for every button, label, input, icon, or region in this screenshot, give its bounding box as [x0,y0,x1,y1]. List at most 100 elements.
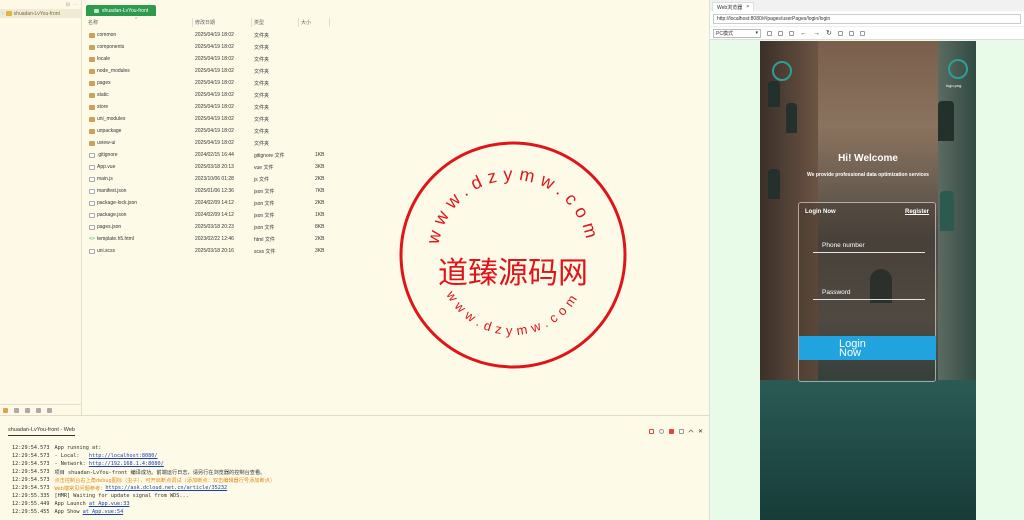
code-file-icon: <> [89,236,95,242]
file-name: uni_modules [97,116,126,122]
file-name: manifest.json [97,188,127,194]
responsive-icon[interactable] [789,30,794,36]
folder-icon [89,56,95,62]
folder-icon [89,32,95,38]
tab-web-browser[interactable]: Web浏览器 × [712,2,755,11]
file-type: 文件夹 [254,92,270,99]
lock-icon[interactable] [848,30,854,36]
folder-icon [89,80,95,86]
chevron-right-icon[interactable]: › [2,11,4,17]
file-size: 7KB [315,188,325,194]
column-divider[interactable] [251,18,252,27]
file-name: package.json [97,212,127,218]
tree-item-project[interactable]: › shuadan-LvYou-front [0,9,81,18]
table-row[interactable]: static 2025/04/19 18:02 文件夹 [82,89,709,101]
file-type: 文件夹 [254,80,270,87]
header-type[interactable]: 类型 [254,19,264,26]
table-row[interactable]: components 2025/04/19 18:02 文件夹 [82,41,709,53]
explorer-toolbar: ⊟ ⋯ [0,0,81,9]
close-icon[interactable]: × [746,4,749,10]
logo-right-label: logo.png [946,83,962,88]
file-type: json 文件 [254,212,275,219]
console-title[interactable]: shuadan-LvYou-front - Web [8,427,75,436]
bug-icon[interactable] [767,30,772,36]
table-row[interactable]: pages 2025/04/19 18:02 文件夹 [82,77,709,89]
home-icon[interactable] [14,407,19,413]
copy-icon[interactable] [678,429,684,434]
log-link[interactable]: http://localhost:8080/ [89,453,158,459]
file-name: store [97,104,109,110]
browser-tab-label: Web浏览器 [717,4,743,11]
welcome-subtitle: We provide professional data optimizatio… [807,172,929,178]
device-mode-select[interactable]: PC模式 ▾ [713,28,761,38]
file-date: 2025/04/19 18:02 [195,140,234,146]
open-external-icon[interactable] [837,30,843,36]
file-name: uview-ui [97,140,116,146]
clear-icon[interactable] [648,429,654,434]
refresh-icon[interactable]: ↻ [826,29,832,37]
tab-label: shuadan-LvYou-front [102,7,149,14]
log-link[interactable]: https://ask.dcloud.net.cn/article/35232 [105,485,227,491]
list-icon[interactable] [36,407,41,413]
file-date: 2025/04/19 18:02 [195,32,234,38]
file-date: 2025/04/19 18:02 [195,68,234,74]
screenshot-icon[interactable] [778,30,783,36]
file-date: 2023/10/06 01:28 [195,176,234,182]
table-row[interactable]: common 2025/04/19 18:02 文件夹 [82,29,709,41]
log-link[interactable]: at App.vue:33 [89,501,130,507]
log-time: 12:29:54.573 [12,485,50,491]
table-row[interactable]: locale 2025/04/19 18:02 文件夹 [82,53,709,65]
collapse-icon[interactable]: ⊟ [66,2,70,8]
file-type: 文件夹 [254,56,270,63]
file-type: json 文件 [254,200,275,207]
browser-toolbar: PC模式 ▾ ← → ↻ [710,27,1024,40]
qr-code-icon[interactable] [859,30,865,36]
grid-icon[interactable] [25,407,30,413]
close-icon[interactable]: ✕ [698,428,703,435]
table-row[interactable]: node_modules 2025/04/19 18:02 文件夹 [82,65,709,77]
sort-asc-icon: ^ [135,17,138,23]
stop-icon[interactable] [668,429,674,434]
url-input[interactable]: http://localhost:8080/#/pages/userPages/… [713,13,1021,24]
tree-item-label: shuadan-LvYou-front [13,10,60,17]
column-divider[interactable] [298,18,299,27]
header-date[interactable]: 修改日期 [195,19,215,26]
tab-project[interactable]: shuadan-LvYou-front [86,5,157,16]
background-canal [760,380,976,520]
header-name[interactable]: 名称 [88,19,98,26]
bug-icon[interactable] [658,429,664,434]
more-icon[interactable]: ⋯ [73,2,78,8]
file-icon [89,212,95,218]
chevron-up-icon[interactable] [688,428,694,435]
column-divider[interactable] [329,18,330,27]
console-line: 12:29:55.335 [HMR] Waiting for update sig… [0,492,709,500]
header-size[interactable]: 大小 [301,19,311,26]
table-row[interactable]: unpackage 2025/04/19 18:02 文件夹 [82,125,709,137]
password-input[interactable]: Password [813,286,925,300]
box-icon[interactable] [47,407,52,413]
forward-icon[interactable]: → [813,30,820,37]
column-divider[interactable] [192,18,193,27]
login-button[interactable]: Login Now [799,336,936,360]
phone-input[interactable]: Phone number [813,239,925,253]
table-row[interactable]: uni_modules 2025/04/19 18:02 文件夹 [82,113,709,125]
folder-icon[interactable] [3,407,8,413]
back-icon[interactable]: ← [800,30,807,37]
table-row[interactable]: store 2025/04/19 18:02 文件夹 [82,101,709,113]
file-size: 3KB [315,248,325,254]
stamp-title: 道臻源码网 [438,256,588,291]
file-name: App.vue [97,164,116,170]
folder-icon [89,128,95,134]
log-link[interactable]: http://192.168.1.4:8080/ [89,461,164,467]
log-text: Web端常见问题参考： [54,485,106,492]
address-bar: http://localhost:8080/#/pages/userPages/… [710,11,1024,27]
console-line: 12:29:54.573 - Local: http://localhost:80… [0,452,709,460]
file-date: 2024/02/15 16:44 [195,152,234,158]
console-panel: shuadan-LvYou-front - Web ✕ 12:29:54.573… [0,415,709,520]
folder-icon [89,92,95,98]
register-link[interactable]: Register [905,209,929,215]
file-type: 文件夹 [254,140,270,147]
log-link[interactable]: at App.vue:54 [83,509,124,515]
file-icon [89,176,95,182]
logo-right-icon [948,59,968,79]
